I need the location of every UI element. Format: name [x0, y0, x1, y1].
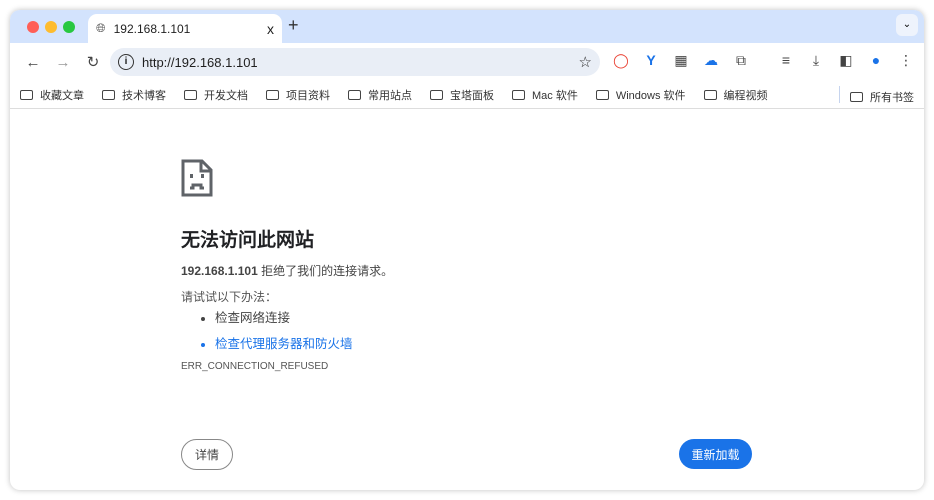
tab-bar: 🌐︎ 192.168.1.101 x + ⌄: [10, 10, 924, 43]
error-message: 192.168.1.101 拒绝了我们的连接请求。: [181, 264, 394, 278]
tab-active[interactable]: 🌐︎ 192.168.1.101 x: [88, 14, 282, 43]
details-button[interactable]: 详情: [181, 439, 233, 470]
folder-icon: [850, 92, 863, 102]
error-page: 无法访问此网站 192.168.1.101 拒绝了我们的连接请求。 请试试以下办…: [10, 109, 924, 489]
back-button[interactable]: ←: [18, 54, 48, 71]
url-text[interactable]: http://192.168.1.101: [142, 55, 258, 70]
close-window-button[interactable]: [27, 21, 39, 33]
folder-icon: [20, 89, 33, 100]
folder-icon: [430, 89, 443, 100]
address-bar[interactable]: i http://192.168.1.101 ☆: [110, 48, 600, 76]
forward-button[interactable]: →: [48, 54, 78, 71]
try-label: 请试试以下办法：: [181, 290, 278, 304]
bookmark-folder[interactable]: 收藏文章: [20, 87, 84, 103]
bookmark-folder[interactable]: 项目资料: [266, 87, 330, 103]
bookmark-folder[interactable]: 编程视频: [703, 87, 768, 103]
folder-icon: [348, 89, 361, 100]
bookmarks-bar: 收藏文章 技术博客 开发文档 项目资料 常用站点 宝塔面板 Mac 软件 Win…: [10, 81, 924, 109]
folder-icon: [595, 89, 609, 100]
folder-icon: [703, 89, 717, 100]
suggestions-list: 检查网络连接 检查代理服务器和防火墙: [215, 307, 353, 359]
error-code: ERR_CONNECTION_REFUSED: [181, 361, 329, 372]
all-bookmarks-folder[interactable]: 所有书签: [850, 89, 914, 105]
chrome-extension-icon[interactable]: ◯: [611, 52, 631, 69]
extensions-puzzle-icon[interactable]: ⧉: [731, 52, 751, 69]
folder-icon: [102, 89, 115, 100]
new-tab-button[interactable]: +: [288, 15, 299, 36]
toolbar: ← → ↻ i http://192.168.1.101 ☆ ◯ Y ▦ ☁ ⧉…: [10, 43, 924, 81]
minimize-window-button[interactable]: [45, 21, 57, 33]
tab-title: 192.168.1.101: [113, 21, 191, 36]
suggestion-item: 检查网络连接: [215, 307, 353, 326]
maximize-window-button[interactable]: [63, 21, 75, 33]
folder-icon: [512, 89, 525, 100]
qr-code-icon[interactable]: ▦: [671, 52, 691, 69]
globe-icon: 🌐︎: [96, 21, 106, 35]
folder-icon: [184, 89, 197, 100]
v-extension-icon[interactable]: Y: [641, 52, 661, 68]
bookmark-folder[interactable]: 技术博客: [102, 87, 166, 103]
folder-icon: [266, 89, 279, 100]
info-icon[interactable]: i: [118, 54, 134, 70]
reading-list-icon[interactable]: ≡: [776, 52, 796, 68]
bookmark-folder[interactable]: Mac 软件: [512, 87, 578, 103]
bookmark-folder[interactable]: 开发文档: [184, 87, 248, 103]
close-tab-icon[interactable]: x: [267, 21, 274, 37]
menu-kebab-icon[interactable]: ⋮: [896, 52, 916, 69]
profile-avatar[interactable]: ●: [866, 52, 886, 68]
side-panel-icon[interactable]: ◧: [836, 52, 856, 69]
sad-page-icon: [181, 159, 213, 197]
browser-window: 🌐︎ 192.168.1.101 x + ⌄ ← → ↻ i http://19…: [10, 10, 924, 490]
error-title: 无法访问此网站: [181, 230, 315, 251]
reload-button[interactable]: 重新加载: [679, 439, 752, 469]
bookmark-folder[interactable]: 常用站点: [348, 87, 412, 103]
reload-icon[interactable]: ↻: [78, 53, 108, 71]
bookmark-folder[interactable]: 宝塔面板: [430, 87, 494, 103]
cloud-icon[interactable]: ☁: [701, 52, 721, 69]
bookmarks-divider: [839, 86, 840, 103]
bookmark-folder[interactable]: Windows 软件: [595, 87, 686, 103]
suggestion-link[interactable]: 检查代理服务器和防火墙: [215, 333, 353, 352]
download-icon[interactable]: ⤓: [806, 52, 826, 69]
bookmark-star-icon[interactable]: ☆: [579, 53, 592, 71]
tab-search-button[interactable]: ⌄: [896, 14, 918, 36]
